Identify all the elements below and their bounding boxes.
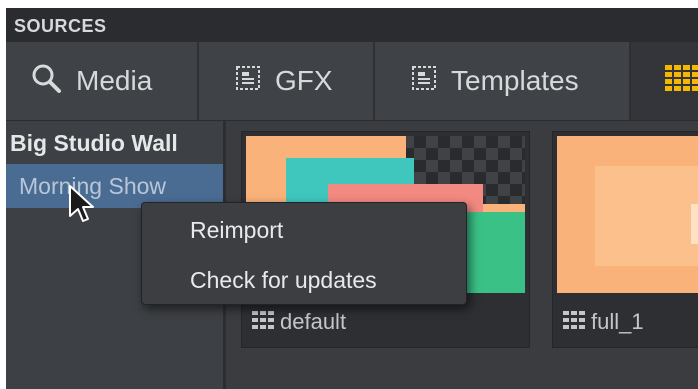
tab-gfx-label: GFX	[275, 65, 333, 96]
menu-item-check-for-updates[interactable]: Check for updates	[190, 267, 377, 294]
card-label: default	[252, 309, 346, 335]
search-icon	[30, 62, 62, 101]
mouse-pointer-icon	[68, 184, 98, 226]
tab-templates-label: Templates	[451, 65, 579, 96]
source-thumbnail	[557, 136, 698, 293]
gfx-template-icon	[235, 65, 261, 98]
source-tabs: Media GFX Templates	[6, 42, 698, 121]
grid-icon	[563, 309, 585, 335]
sources-panel: SOURCES Media GFX Templates Big Studio W…	[6, 8, 698, 389]
sidebar-item-label: Big Studio Wall	[10, 129, 178, 156]
template-icon	[411, 65, 437, 98]
panel-title: SOURCES	[14, 16, 107, 36]
panel-header: SOURCES	[6, 8, 698, 42]
tab-media[interactable]: Media	[6, 42, 199, 120]
card-title: default	[280, 309, 347, 334]
tab-grid[interactable]	[631, 42, 698, 120]
grid-icon	[665, 64, 698, 98]
grid-icon	[252, 309, 274, 335]
tab-gfx[interactable]: GFX	[199, 42, 375, 120]
source-card-full-1[interactable]: full_1	[552, 131, 698, 348]
tab-media-label: Media	[76, 65, 153, 96]
tab-templates[interactable]: Templates	[375, 42, 631, 120]
menu-item-reimport[interactable]: Reimport	[190, 217, 283, 244]
context-menu: Reimport Check for updates	[141, 202, 467, 305]
card-label: full_1	[563, 309, 644, 335]
sidebar-item-big-studio-wall[interactable]: Big Studio Wall	[6, 121, 223, 165]
card-title: full_1	[591, 309, 644, 334]
